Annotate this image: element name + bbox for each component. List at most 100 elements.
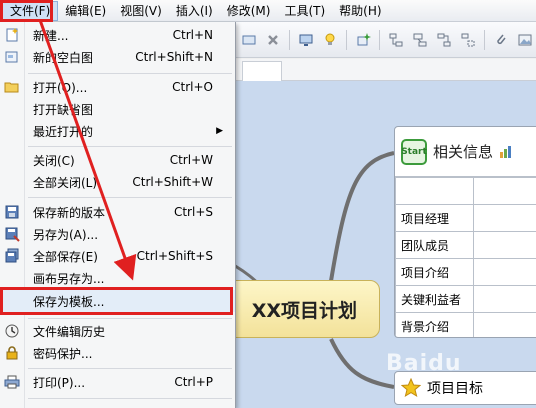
menu-item-shortcut: Ctrl+Shift+N	[135, 50, 213, 64]
goal-topic-label: 项目目标	[427, 381, 483, 397]
document-tab[interactable]	[242, 61, 282, 81]
menu-help[interactable]: 帮助(H)	[332, 1, 388, 21]
menu-file[interactable]: 文件(F)	[2, 0, 59, 21]
file-menu-dropdown: 新建... Ctrl+N 新的空白图 Ctrl+Shift+N 打开(O)...…	[0, 22, 236, 408]
menu-tools[interactable]: 工具(T)	[277, 1, 332, 21]
menu-item-edit-history[interactable]: 文件编辑历史	[0, 320, 235, 342]
new-document-icon	[6, 28, 18, 42]
cut-topic-button[interactable]	[238, 29, 260, 51]
info-value-cell[interactable]	[473, 204, 536, 232]
menu-item-close[interactable]: 关闭(C) Ctrl+W	[0, 149, 235, 171]
submenu-arrow-icon: ▶	[216, 126, 223, 136]
toolbar-separator	[289, 29, 290, 50]
blank-map-icon	[5, 51, 18, 63]
menu-item-print[interactable]: 打印(P)... Ctrl+P	[0, 371, 235, 393]
toolbar-separator	[379, 29, 380, 50]
image-icon	[518, 34, 532, 45]
history-clock-icon	[5, 324, 19, 338]
relationship-button[interactable]	[433, 29, 455, 51]
menu-edit[interactable]: 编辑(E)	[58, 1, 113, 21]
menu-item-open[interactable]: 打开(O)... Ctrl+O	[0, 76, 235, 98]
menu-item-new[interactable]: 新建... Ctrl+N	[0, 24, 235, 46]
info-value-cell[interactable]	[473, 285, 536, 313]
relationship-icon	[437, 33, 451, 46]
info-label	[395, 177, 474, 205]
info-topic-title: 相关信息	[433, 143, 494, 161]
menu-item-new-blank-map[interactable]: 新的空白图 Ctrl+Shift+N	[0, 46, 235, 68]
menu-item-label: 全部保存(E)	[33, 249, 98, 264]
info-topic-card[interactable]: Start 相关信息 项目经理 团队成员 项目介绍 关键利益者 背景介绍	[394, 126, 536, 338]
table-row: 背景介绍	[395, 312, 536, 337]
menu-item-save-all[interactable]: 全部保存(E) Ctrl+Shift+S	[0, 245, 235, 267]
progress-bars-icon	[500, 145, 512, 158]
table-row: 关键利益者	[395, 285, 536, 313]
toolbar-separator	[484, 29, 485, 50]
menu-item-label: 画布另存为...	[33, 271, 105, 286]
start-flag-icon: Start	[401, 138, 427, 165]
mindmap-canvas[interactable]: XX项目计划 Start 相关信息 项目经理 团队成员 项目介绍 关键利益者 背…	[236, 81, 536, 408]
monitor-icon	[299, 34, 313, 46]
menu-item-close-all[interactable]: 全部关闭(L) Ctrl+Shift+W	[0, 171, 235, 193]
menu-item-save-as-template[interactable]: 保存为模板...	[0, 290, 235, 312]
table-row	[395, 177, 536, 205]
idea-button[interactable]	[319, 29, 341, 51]
toolbar	[236, 22, 536, 58]
menu-item-label: 最近打开的	[33, 124, 94, 139]
menu-item-label: 另存为(A)...	[33, 227, 99, 242]
info-table: 项目经理 团队成员 项目介绍 关键利益者 背景介绍	[395, 177, 536, 337]
image-button[interactable]	[514, 29, 536, 51]
menu-item-save-new-version[interactable]: 保存新的版本 Ctrl+S	[0, 201, 235, 223]
info-value-cell[interactable]	[473, 258, 536, 286]
menu-item-shortcut: Ctrl+S	[173, 205, 213, 219]
callout-button[interactable]	[409, 29, 431, 51]
menu-item-recent[interactable]: 最近打开的 ▶	[0, 120, 235, 142]
goal-topic[interactable]: 项目目标	[394, 371, 536, 405]
menu-view[interactable]: 视图(V)	[113, 1, 169, 21]
central-topic[interactable]: XX项目计划	[236, 280, 380, 338]
menu-insert[interactable]: 插入(I)	[169, 1, 220, 21]
presentation-button[interactable]	[295, 29, 317, 51]
lightbulb-icon	[325, 33, 335, 45]
info-value-cell[interactable]	[473, 177, 536, 205]
menu-item-shortcut: Ctrl+P	[174, 375, 213, 389]
menu-item-label: 保存为模板...	[33, 294, 105, 309]
menu-separator	[28, 146, 232, 147]
info-value-cell[interactable]	[473, 312, 536, 337]
menu-item-save-canvas-as[interactable]: 画布另存为...	[0, 267, 235, 289]
baidu-watermark: Baidu	[386, 351, 462, 376]
menu-modify[interactable]: 修改(M)	[220, 1, 278, 21]
info-label: 项目介绍	[395, 258, 474, 286]
table-row: 团队成员	[395, 231, 536, 259]
toolbar-separator	[346, 29, 347, 50]
info-label: 项目经理	[395, 204, 474, 232]
subtopic-icon	[389, 33, 403, 46]
save-all-icon	[5, 248, 19, 263]
sparkle-topic-icon	[357, 32, 371, 45]
printer-icon	[4, 375, 20, 389]
subtopic-button[interactable]	[385, 29, 407, 51]
table-row: 项目介绍	[395, 258, 536, 286]
paperclip-icon	[497, 34, 506, 44]
info-label: 关键利益者	[395, 285, 474, 313]
menu-item-password-protect[interactable]: 密码保护...	[0, 342, 235, 364]
menu-item-shortcut: Ctrl+N	[172, 28, 213, 42]
insert-topic-button[interactable]	[352, 29, 374, 51]
menu-separator	[28, 318, 232, 319]
boundary-button[interactable]	[457, 29, 479, 51]
menu-item-label: 密码保护...	[33, 346, 93, 361]
boundary-icon	[461, 33, 475, 46]
delete-button[interactable]	[262, 29, 284, 51]
attachment-button[interactable]	[490, 29, 512, 51]
open-folder-icon	[4, 82, 19, 93]
menu-item-save-as[interactable]: 另存为(A)...	[0, 223, 235, 245]
info-label: 团队成员	[395, 231, 474, 259]
menu-item-open-default-map[interactable]: 打开缺省图	[0, 98, 235, 120]
menu-item-label: 新建...	[33, 28, 69, 43]
info-label: 背景介绍	[395, 312, 474, 337]
info-value-cell[interactable]	[473, 231, 536, 259]
topic-icon	[242, 35, 256, 44]
menu-item-label: 关闭(C)	[33, 153, 75, 168]
delete-x-icon	[268, 34, 278, 45]
menu-item-shortcut: Ctrl+Shift+W	[132, 175, 213, 189]
menu-separator	[28, 368, 232, 369]
